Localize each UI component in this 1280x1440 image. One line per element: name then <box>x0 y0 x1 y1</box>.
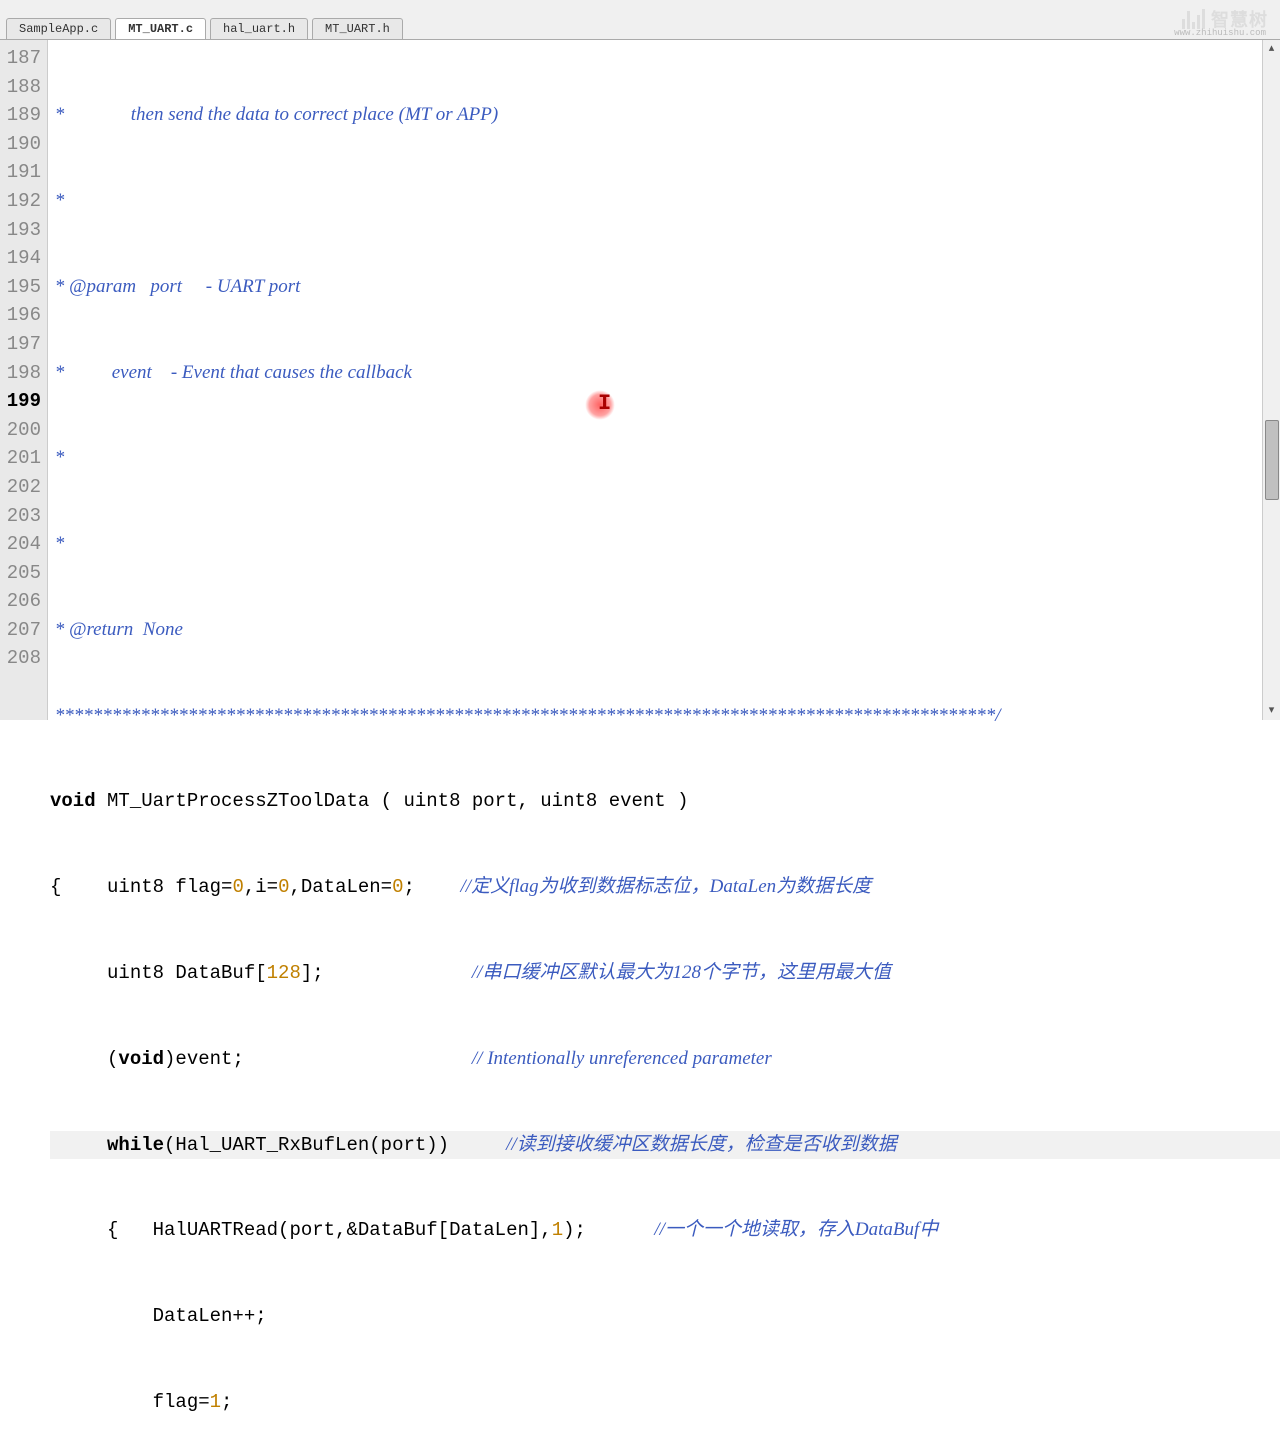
code-line: * @param port - UART port <box>50 273 1280 302</box>
scroll-down-icon[interactable]: ▾ <box>1263 702 1280 720</box>
code-line: { HalUARTRead(port,&DataBuf[DataLen],1);… <box>50 1216 1280 1245</box>
code-line: { uint8 flag=0,i=0,DataLen=0; //定义flag为收… <box>50 873 1280 902</box>
tab-bar: SampleApp.c MT_UART.c hal_uart.h MT_UART… <box>0 0 1280 40</box>
line-number: 200 <box>0 416 41 445</box>
line-number: 191 <box>0 158 41 187</box>
scroll-thumb[interactable] <box>1265 420 1279 500</box>
code-line: * <box>50 187 1280 216</box>
code-line: * <box>50 530 1280 559</box>
tab-mt-uart-c[interactable]: MT_UART.c <box>115 18 206 39</box>
line-number: 199 <box>0 387 41 416</box>
line-number: 206 <box>0 587 41 616</box>
code-line-current: while(Hal_UART_RxBufLen(port)) //读到接收缓冲区… <box>50 1131 1280 1160</box>
tab-mt-uart-h[interactable]: MT_UART.h <box>312 18 403 39</box>
line-number: 203 <box>0 502 41 531</box>
line-number: 194 <box>0 244 41 273</box>
cursor-highlight-icon <box>585 390 615 420</box>
line-number: 190 <box>0 130 41 159</box>
line-number: 197 <box>0 330 41 359</box>
code-line: DataLen++; <box>50 1302 1280 1331</box>
code-editor[interactable]: 1871881891901911921931941951961971981992… <box>0 40 1280 720</box>
line-number-gutter: 1871881891901911921931941951961971981992… <box>0 40 48 720</box>
code-line: void MT_UartProcessZToolData ( uint8 por… <box>50 787 1280 816</box>
code-line: * event - Event that causes the callback <box>50 359 1280 388</box>
line-number: 193 <box>0 216 41 245</box>
line-number: 189 <box>0 101 41 130</box>
scroll-up-icon[interactable]: ▴ <box>1263 40 1280 58</box>
code-line: uint8 DataBuf[128]; //串口缓冲区默认最大为128个字节，这… <box>50 959 1280 988</box>
line-number: 192 <box>0 187 41 216</box>
line-number: 202 <box>0 473 41 502</box>
code-line: * @return None <box>50 616 1280 645</box>
line-number: 208 <box>0 644 41 673</box>
tab-sampleapp[interactable]: SampleApp.c <box>6 18 111 39</box>
text-cursor-icon: I <box>598 390 611 419</box>
line-number: 196 <box>0 301 41 330</box>
line-number: 187 <box>0 44 41 73</box>
line-number: 195 <box>0 273 41 302</box>
tab-hal-uart-h[interactable]: hal_uart.h <box>210 18 308 39</box>
code-area[interactable]: * then send the data to correct place (M… <box>48 40 1280 720</box>
line-number: 204 <box>0 530 41 559</box>
watermark-subtext: www.zhihuishu.com <box>1174 28 1266 38</box>
line-number: 207 <box>0 616 41 645</box>
line-number: 188 <box>0 73 41 102</box>
line-number: 201 <box>0 444 41 473</box>
code-line: flag=1; <box>50 1388 1280 1417</box>
line-number: 205 <box>0 559 41 588</box>
watermark-bars-icon <box>1182 9 1205 29</box>
code-line: * <box>50 444 1280 473</box>
line-number: 198 <box>0 359 41 388</box>
code-line: ****************************************… <box>50 702 1280 731</box>
vertical-scrollbar[interactable]: ▴ ▾ <box>1262 40 1280 720</box>
code-line: * then send the data to correct place (M… <box>50 101 1280 130</box>
code-line: (void)event; // Intentionally unreferenc… <box>50 1045 1280 1074</box>
